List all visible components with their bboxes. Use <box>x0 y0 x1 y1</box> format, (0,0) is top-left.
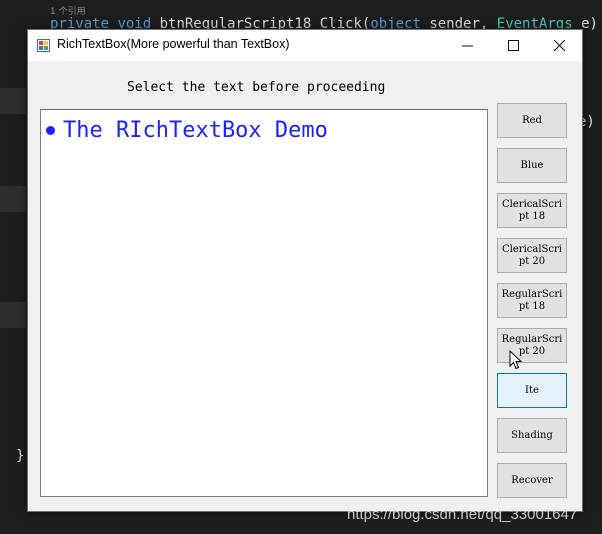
window-title: RichTextBox(More powerful than TextBox) <box>57 37 290 51</box>
clericalscript-18-button[interactable]: ClericalScript 18 <box>497 193 567 228</box>
gutter-marker <box>0 186 26 212</box>
red-button[interactable]: Red <box>497 103 567 138</box>
button-label: Red <box>522 114 542 126</box>
richtextbox-window: RichTextBox(More powerful than TextBox) … <box>27 29 583 512</box>
maximize-icon <box>507 40 519 51</box>
button-label: Ite <box>525 384 539 396</box>
close-button[interactable] <box>536 30 582 61</box>
italic-button[interactable]: Ite <box>497 373 567 408</box>
minimize-button[interactable] <box>444 30 490 61</box>
regularscript-20-button[interactable]: RegularScript 20 <box>497 328 567 363</box>
close-icon <box>553 40 565 51</box>
shading-button[interactable]: Shading <box>497 418 567 453</box>
rich-text-line[interactable]: The RIchTextBox Demo <box>45 118 328 143</box>
button-label: Recover <box>511 474 553 486</box>
mouse-cursor-icon <box>509 350 523 370</box>
watermark: https://blog.csdn.net/qq_33001647 <box>347 506 578 523</box>
maximize-button[interactable] <box>490 30 536 61</box>
regularscript-18-button[interactable]: RegularScript 18 <box>497 283 567 318</box>
title-bar[interactable]: RichTextBox(More powerful than TextBox) <box>28 30 582 61</box>
closing-brace: } <box>16 448 25 464</box>
recover-button[interactable]: Recover <box>497 463 567 498</box>
instruction-label: Select the text before proceeding <box>127 80 386 95</box>
clericalscript-20-button[interactable]: ClericalScript 20 <box>497 238 567 273</box>
app-icon <box>37 39 50 52</box>
gutter-marker <box>0 88 26 114</box>
button-label: Shading <box>511 429 553 441</box>
rich-text-content[interactable]: The RIchTextBox Demo <box>63 118 328 143</box>
button-label: ClericalScript 18 <box>502 198 562 222</box>
gutter-marker <box>0 302 26 328</box>
blue-button[interactable]: Blue <box>497 148 567 183</box>
bullet-icon <box>46 126 55 135</box>
rich-text-box[interactable]: The RIchTextBox Demo <box>40 109 488 497</box>
button-label: ClericalScript 20 <box>502 243 562 267</box>
button-label: Blue <box>520 159 544 171</box>
button-label: RegularScript 18 <box>501 288 563 312</box>
minimize-icon <box>461 45 473 47</box>
code-token: e) <box>581 16 598 32</box>
